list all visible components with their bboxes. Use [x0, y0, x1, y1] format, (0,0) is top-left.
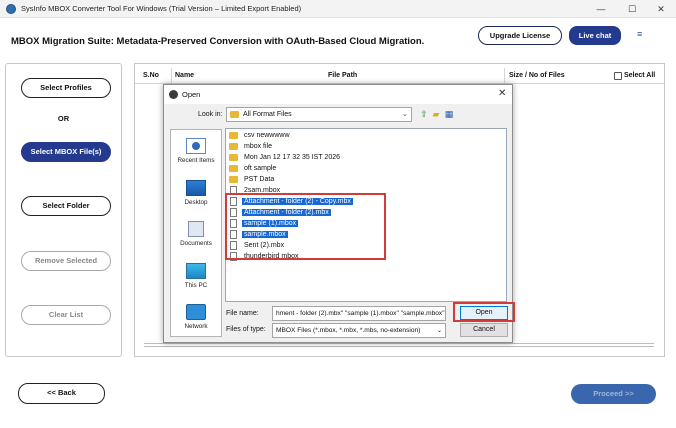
select-folder-button[interactable]: Select Folder: [21, 196, 111, 216]
file-name: oft sample: [244, 165, 277, 172]
folder-icon: [229, 176, 238, 183]
title-bar: SysInfo MBOX Converter Tool For Windows …: [0, 0, 676, 18]
place-documents[interactable]: Documents: [171, 221, 221, 247]
folder-icon: [229, 143, 238, 150]
proceed-button[interactable]: Proceed >>: [571, 384, 656, 404]
file-name-input[interactable]: hment - folder (2).mbx" "sample (1).mbox…: [272, 306, 446, 321]
file-type-label: Files of type:: [226, 326, 266, 333]
column-size: Size / No of Files: [509, 72, 565, 79]
dialog-close-icon[interactable]: ✕: [498, 88, 506, 99]
select-profiles-button[interactable]: Select Profiles: [21, 78, 111, 98]
file-name: Mon Jan 12 17 32 35 IST 2026: [244, 154, 340, 161]
open-file-dialog: Open ✕ Look in: All Format Files ⌄ ⇧ ▰ ▦…: [163, 84, 515, 343]
network-icon: [186, 304, 206, 320]
app-icon: [6, 4, 16, 14]
horizontal-scrollbar[interactable]: [144, 343, 654, 347]
cancel-button[interactable]: Cancel: [460, 323, 508, 337]
dialog-title-bar: Open ✕: [164, 85, 512, 104]
place-desktop[interactable]: Desktop: [171, 180, 221, 206]
column-separator: [504, 68, 505, 83]
upgrade-license-button[interactable]: Upgrade License: [478, 26, 562, 45]
desktop-icon: [186, 180, 206, 196]
folder-icon: [229, 132, 238, 139]
place-label: This PC: [184, 282, 208, 289]
place-label: Documents: [180, 240, 212, 247]
close-button[interactable]: ✕: [646, 0, 676, 18]
place-label: Recent Items: [177, 157, 215, 164]
place-this-pc[interactable]: This PC: [171, 263, 221, 289]
select-mbox-files-button[interactable]: Select MBOX File(s): [21, 142, 111, 162]
place-label: Desktop: [184, 199, 208, 206]
place-recent-items[interactable]: Recent Items: [171, 138, 221, 164]
open-button[interactable]: Open: [460, 306, 508, 320]
file-list-item[interactable]: mbox file: [226, 141, 274, 152]
places-bar: Recent Items Desktop Documents This PC N…: [170, 129, 222, 337]
minimize-button[interactable]: —: [586, 0, 616, 18]
file-name-label: File name:: [226, 310, 259, 317]
this-pc-icon: [186, 263, 206, 279]
source-panel: Select Profiles OR Select MBOX File(s) S…: [5, 63, 122, 357]
maximize-button[interactable]: ☐: [617, 0, 647, 18]
select-all-label[interactable]: Select All: [624, 72, 655, 79]
file-type-value: MBOX Files (*.mbox, *.mbx, *.mbs, no-ext…: [276, 327, 421, 334]
live-chat-button[interactable]: Live chat: [569, 26, 621, 45]
select-all-checkbox[interactable]: [614, 72, 622, 80]
look-in-label: Look in:: [198, 111, 223, 118]
chevron-down-icon: ⌄: [402, 111, 408, 118]
file-list-item[interactable]: oft sample: [226, 163, 278, 174]
column-sno: S.No: [143, 72, 159, 79]
window-title: SysInfo MBOX Converter Tool For Windows …: [21, 4, 302, 13]
recent-items-icon: [186, 138, 206, 154]
or-label: OR: [57, 114, 70, 123]
menu-icon[interactable]: ≡: [637, 30, 645, 39]
documents-icon: [188, 221, 204, 237]
file-name: PST Data: [244, 176, 275, 183]
column-name: Name: [175, 72, 195, 79]
column-file-path: File Path: [328, 72, 358, 79]
folder-icon: [229, 165, 238, 172]
chevron-down-icon: ⌄: [436, 328, 442, 334]
view-menu-icon[interactable]: ▦: [444, 108, 454, 120]
look-in-value: All Format Files: [243, 111, 292, 118]
file-list-item[interactable]: PST Data: [226, 174, 276, 185]
folder-icon: [230, 111, 239, 118]
page-title: MBOX Migration Suite: Metadata-Preserved…: [11, 36, 425, 47]
up-folder-icon[interactable]: ⇧: [419, 108, 429, 120]
column-separator: [171, 68, 172, 83]
file-list-item[interactable]: Mon Jan 12 17 32 35 IST 2026: [226, 152, 342, 163]
file-name: csv newwwww: [244, 132, 290, 139]
clear-list-button[interactable]: Clear List: [21, 305, 111, 325]
look-in-dropdown[interactable]: All Format Files ⌄: [226, 107, 412, 122]
file-name: mbox file: [244, 143, 273, 150]
remove-selected-button[interactable]: Remove Selected: [21, 251, 111, 271]
place-network[interactable]: Network: [171, 304, 221, 330]
back-button[interactable]: << Back: [18, 383, 105, 404]
file-type-dropdown[interactable]: MBOX Files (*.mbox, *.mbx, *.mbs, no-ext…: [272, 323, 446, 338]
new-folder-icon[interactable]: ▰: [431, 108, 441, 120]
file-list-item[interactable]: csv newwwww: [226, 130, 292, 141]
dialog-app-icon: [169, 90, 178, 99]
place-label: Network: [184, 323, 208, 330]
dialog-title: Open: [182, 90, 201, 99]
folder-icon: [229, 154, 238, 161]
selection-highlight-box: [225, 193, 386, 260]
